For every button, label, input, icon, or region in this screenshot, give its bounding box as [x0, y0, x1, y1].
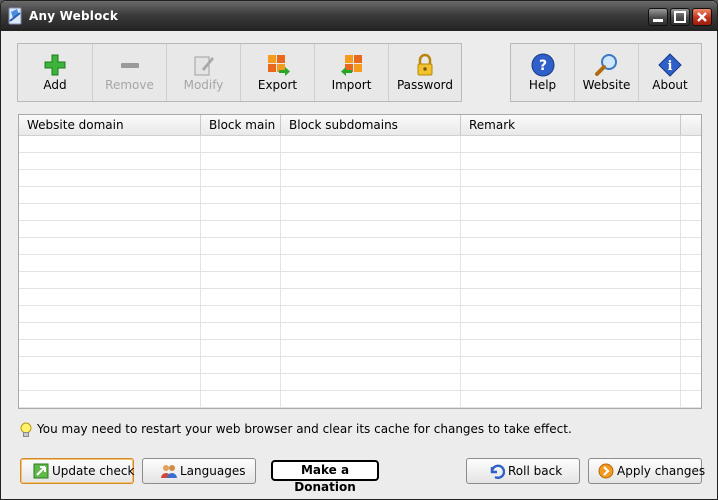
- help-button[interactable]: ? Help: [511, 44, 575, 101]
- apply-icon: [598, 463, 614, 479]
- lock-icon: [417, 53, 433, 76]
- table-row-divider: [19, 390, 701, 391]
- remove-label: Remove: [105, 78, 154, 92]
- website-label: Website: [582, 78, 631, 92]
- table-row-divider: [19, 288, 701, 289]
- hint-row: You may need to restart your web browser…: [19, 422, 572, 438]
- apply-changes-button[interactable]: Apply changes: [588, 458, 706, 484]
- table-row-divider: [19, 356, 701, 357]
- add-label: Add: [43, 78, 67, 92]
- about-label: About: [652, 78, 688, 92]
- svg-text:?: ?: [538, 58, 546, 74]
- import-label: Import: [331, 78, 372, 92]
- maximize-icon: [674, 11, 686, 23]
- help-icon: ?: [531, 53, 554, 77]
- update-check-button[interactable]: Update check: [20, 458, 134, 484]
- apply-changes-label: Apply changes: [617, 464, 706, 478]
- export-icon: [267, 55, 290, 76]
- magnifier-icon: [594, 54, 617, 76]
- table-row-divider: [19, 237, 701, 238]
- table-row-divider: [19, 339, 701, 340]
- column-header-domain[interactable]: Website domain: [19, 115, 201, 135]
- donate-button[interactable]: Make a Donation: [271, 460, 379, 494]
- table-row-divider: [19, 186, 701, 187]
- title-bar[interactable]: Any Weblock: [1, 1, 717, 31]
- modify-icon: [194, 56, 214, 76]
- import-icon: [340, 55, 362, 76]
- undo-icon: [490, 464, 505, 479]
- roll-back-button[interactable]: Roll back: [466, 458, 580, 484]
- table-row-divider: [19, 220, 701, 221]
- table-header: Website domain Block main Block subdomai…: [19, 115, 701, 136]
- add-button[interactable]: Add: [18, 44, 93, 101]
- remove-icon: [120, 63, 139, 68]
- toolbar-main: Add Remove Modify Export Import Password: [17, 43, 462, 102]
- table-row-divider: [19, 203, 701, 204]
- toolbar-info: ? Help Website i About: [510, 43, 702, 102]
- lightbulb-icon: [20, 422, 32, 437]
- minimize-button[interactable]: [648, 8, 668, 26]
- add-icon: [44, 54, 66, 76]
- hint-text: You may need to restart your web browser…: [37, 422, 572, 436]
- languages-label: Languages: [180, 464, 246, 478]
- import-button[interactable]: Import: [315, 44, 389, 101]
- table-row-divider: [19, 373, 701, 374]
- table-row-divider: [19, 254, 701, 255]
- column-header-block-subdomains[interactable]: Block subdomains: [281, 115, 461, 135]
- table-row-divider: [19, 305, 701, 306]
- users-icon: [161, 465, 177, 478]
- table-row-divider: [19, 169, 701, 170]
- column-header-remark[interactable]: Remark: [461, 115, 681, 135]
- remove-button[interactable]: Remove: [93, 44, 167, 101]
- app-icon: [8, 7, 22, 25]
- table-row-divider: [19, 407, 701, 408]
- password-button[interactable]: Password: [389, 44, 461, 101]
- modify-label: Modify: [183, 78, 224, 92]
- help-label: Help: [528, 78, 557, 92]
- svg-text:i: i: [668, 59, 673, 74]
- table-row-divider: [19, 271, 701, 272]
- roll-back-label: Roll back: [508, 464, 563, 478]
- maximize-button[interactable]: [670, 8, 690, 26]
- info-icon: i: [658, 53, 682, 77]
- table-body[interactable]: [19, 136, 701, 408]
- table-row-divider: [19, 322, 701, 323]
- minimize-icon: [653, 19, 663, 22]
- update-icon: [33, 463, 49, 479]
- password-label: Password: [396, 78, 454, 92]
- close-button[interactable]: [692, 8, 712, 26]
- export-label: Export: [257, 78, 298, 92]
- table-row-divider: [19, 152, 701, 153]
- languages-button[interactable]: Languages: [142, 458, 256, 484]
- export-button[interactable]: Export: [241, 44, 315, 101]
- domain-table[interactable]: Website domain Block main Block subdomai…: [18, 114, 702, 409]
- update-check-label: Update check: [52, 464, 135, 478]
- window-title: Any Weblock: [29, 9, 119, 23]
- website-button[interactable]: Website: [575, 44, 639, 101]
- about-button[interactable]: i About: [639, 44, 701, 101]
- column-header-block-main[interactable]: Block main: [201, 115, 281, 135]
- close-icon: [697, 12, 707, 22]
- app-window: Any Weblock Add Remove Modify Export Imp…: [0, 0, 718, 500]
- modify-button[interactable]: Modify: [167, 44, 241, 101]
